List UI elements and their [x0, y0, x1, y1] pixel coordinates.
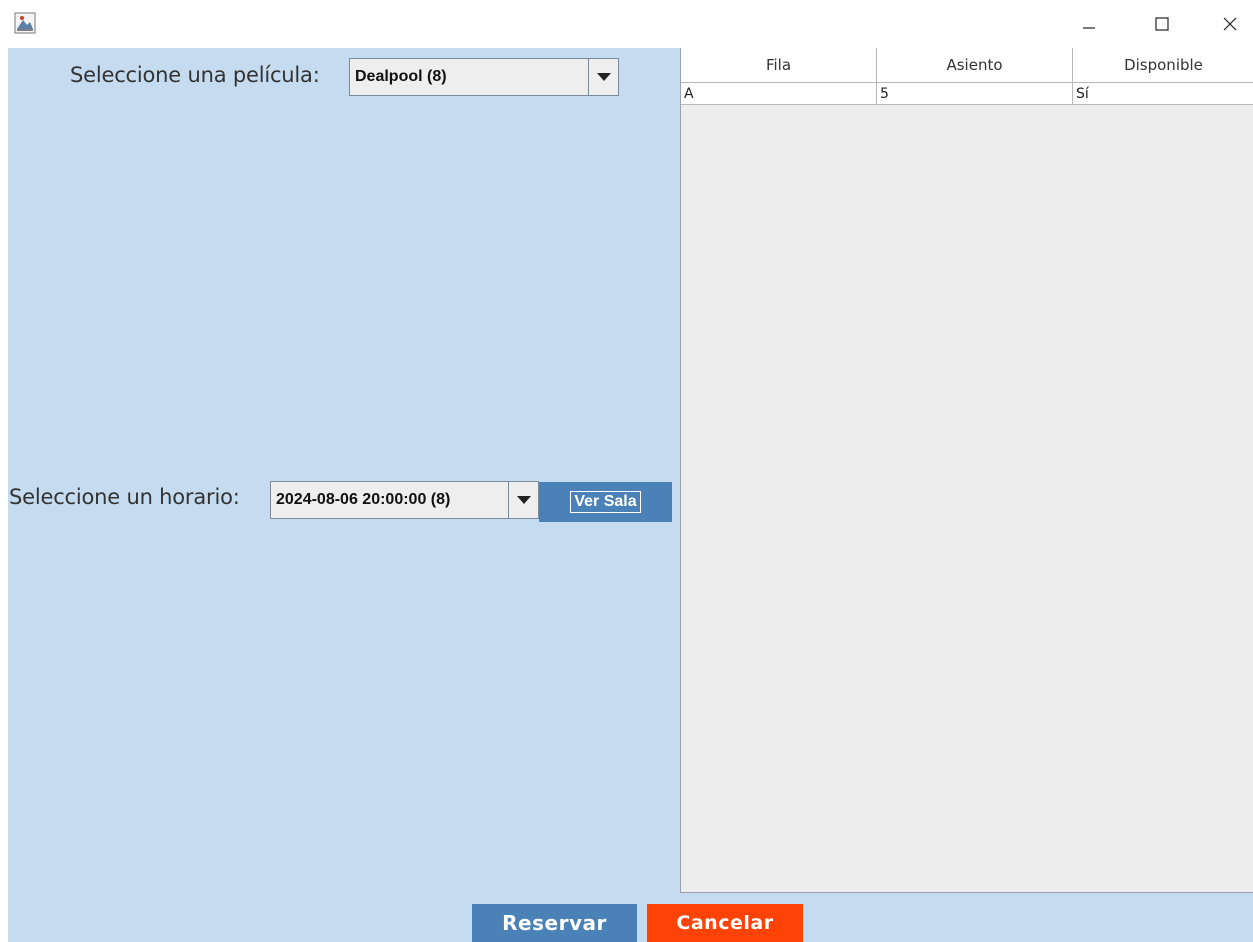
close-button[interactable] [1207, 0, 1253, 48]
maximize-button[interactable] [1139, 0, 1185, 48]
ver-sala-button[interactable]: Ver Sala [539, 482, 672, 522]
column-header-fila[interactable]: Fila [681, 48, 877, 83]
schedule-select-arrow[interactable] [508, 482, 538, 518]
chevron-down-icon [596, 73, 611, 81]
movie-select-value: Dealpool (8) [355, 68, 447, 85]
movie-label: Seleccione una película: [70, 63, 320, 87]
table-row[interactable]: A 5 Sí [681, 83, 1253, 105]
movie-select-arrow[interactable] [588, 59, 618, 95]
column-header-disponible[interactable]: Disponible [1073, 48, 1253, 83]
schedule-label: Seleccione un horario: [9, 485, 240, 509]
seats-table[interactable]: Fila Asiento Disponible A 5 Sí [680, 48, 1253, 893]
title-bar [0, 0, 1253, 48]
minimize-icon [1083, 27, 1095, 29]
column-header-asiento[interactable]: Asiento [877, 48, 1073, 83]
schedule-select[interactable]: 2024-08-06 20:00:00 (8) [270, 481, 539, 519]
ver-sala-label: Ver Sala [570, 491, 641, 513]
cell-disponible[interactable]: Sí [1073, 83, 1253, 105]
cell-fila[interactable]: A [681, 83, 877, 105]
chevron-down-icon [516, 496, 531, 504]
java-app-icon [14, 12, 36, 34]
cancelar-button[interactable]: Cancelar [647, 904, 803, 942]
table-header: Fila Asiento Disponible [681, 48, 1253, 83]
cell-asiento[interactable]: 5 [877, 83, 1073, 105]
app-window: Seleccione una película: Dealpool (8) Se… [0, 0, 1253, 942]
movie-select[interactable]: Dealpool (8) [349, 58, 619, 96]
maximize-icon [1155, 17, 1169, 31]
schedule-select-value: 2024-08-06 20:00:00 (8) [276, 491, 451, 508]
reservar-button[interactable]: Reservar [472, 904, 637, 942]
close-icon [1223, 17, 1237, 31]
selection-panel: Seleccione una película: Dealpool (8) Se… [8, 48, 680, 942]
minimize-button[interactable] [1066, 0, 1112, 48]
